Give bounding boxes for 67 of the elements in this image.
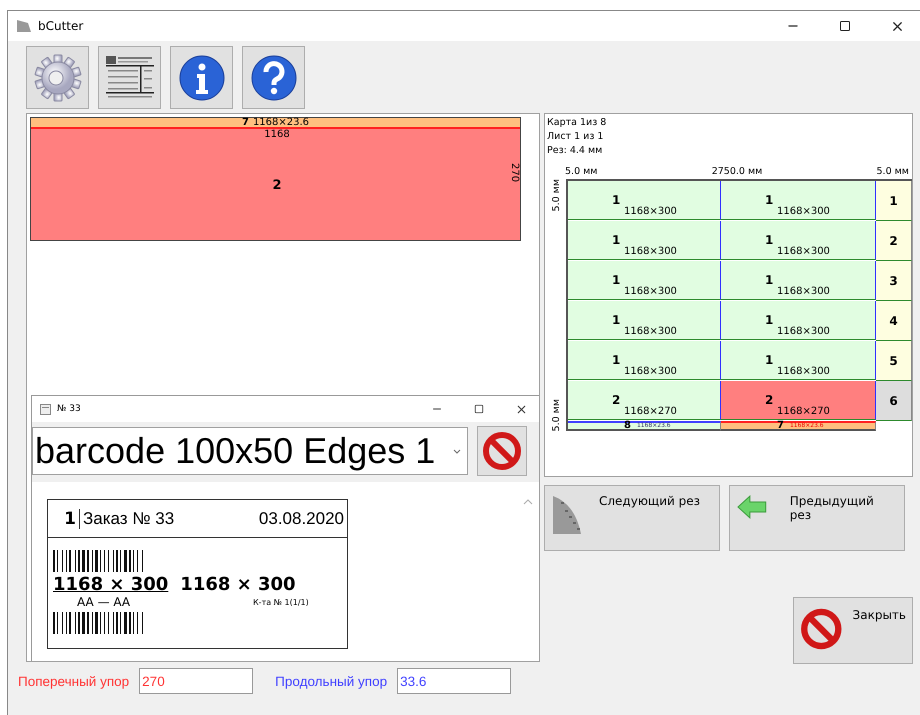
map-cell: 1 1168×300 (568, 301, 721, 340)
label-order: Заказ № 33 (82, 508, 176, 528)
strip-number: 7 (242, 118, 249, 127)
settings-button[interactable] (26, 46, 89, 109)
margin-label: 2750.0 мм (712, 166, 762, 177)
map-cell: 2 1168×270 (721, 381, 876, 420)
map-cell: 2 (876, 221, 912, 261)
label-detail: К-та № 1(1/1) (253, 598, 309, 606)
map-cell: 1 1168×300 (721, 221, 876, 260)
map-info: Рез: 4.4 мм (547, 144, 604, 158)
close-icon (514, 402, 528, 416)
strip-size: 1168×23.6 (252, 118, 310, 127)
stop-label: Продольный упор (275, 674, 388, 688)
part-height: 270 (509, 163, 520, 182)
strip-number: 7 (777, 423, 784, 429)
part-width: 1168 (263, 129, 291, 140)
map-cell: 1 1168×300 (568, 261, 721, 300)
margin-label: 5.0 мм (876, 166, 909, 177)
map-cell: 1 (876, 181, 912, 221)
map-cell: 1 1168×300 (721, 301, 876, 340)
strip-number: 8 (624, 423, 631, 429)
stop-icon (482, 431, 522, 471)
map-cell: 2 1168×270 (568, 381, 721, 420)
map-cell: 1 1168×300 (721, 341, 876, 380)
window-title: bCutter (38, 19, 84, 33)
template-dropdown[interactable]: barcode 100x50 Edges 1 (32, 427, 468, 475)
label-date: 03.08.2020 (258, 508, 344, 528)
label-edges: AA — AA (76, 595, 132, 609)
map-info: Карта 1из 8 (547, 116, 608, 130)
label-size: 1168 × 300 (53, 574, 168, 595)
help-icon (250, 54, 298, 102)
maximize-icon (839, 20, 851, 32)
chevron-icon (453, 448, 461, 454)
left-arrow-icon (736, 494, 768, 520)
map-cell: 4 (876, 301, 912, 341)
label-window-title: № 33 (57, 404, 82, 414)
margin-label: 5.0 мм (551, 179, 562, 212)
close-map-button[interactable]: Закрыть (793, 597, 913, 664)
map-cell: 6 (876, 381, 912, 421)
info-button[interactable] (170, 46, 233, 109)
maximize-icon (474, 404, 484, 414)
next-cut-button[interactable]: Следующий рез (544, 485, 720, 551)
label-button[interactable] (98, 46, 161, 109)
prev-cut-button[interactable]: Предыдущий рез (729, 485, 905, 551)
cancel-button[interactable] (477, 426, 527, 476)
map-cell: 3 (876, 261, 912, 301)
margin-label: 5.0 мм (565, 166, 598, 177)
map-cell: 1 1168×300 (568, 181, 721, 220)
help-button[interactable] (242, 46, 305, 109)
map-cell: 1 1168×300 (721, 181, 876, 220)
map-cell: 1 1168×300 (721, 261, 876, 300)
map-info: Лист 1 из 1 (547, 130, 604, 144)
info-icon (178, 54, 226, 102)
label-size: 1168 × 300 (180, 574, 296, 595)
stop-field[interactable]: 270 (139, 668, 254, 694)
stop-label: Поперечный упор (18, 674, 130, 688)
app-icon (16, 19, 32, 33)
map-cell: 5 (876, 341, 912, 381)
margin-label: 5.0 мм (551, 398, 562, 431)
window-icon (40, 404, 51, 414)
gear-icon (32, 52, 82, 102)
part-number: 2 (271, 177, 282, 193)
map-cell: 1 1168×300 (568, 341, 721, 380)
label-count: 1 (48, 508, 80, 528)
stop-icon (800, 606, 843, 652)
map-cell: 1 1168×300 (568, 221, 721, 260)
stop-field[interactable]: 33.6 (397, 668, 512, 694)
